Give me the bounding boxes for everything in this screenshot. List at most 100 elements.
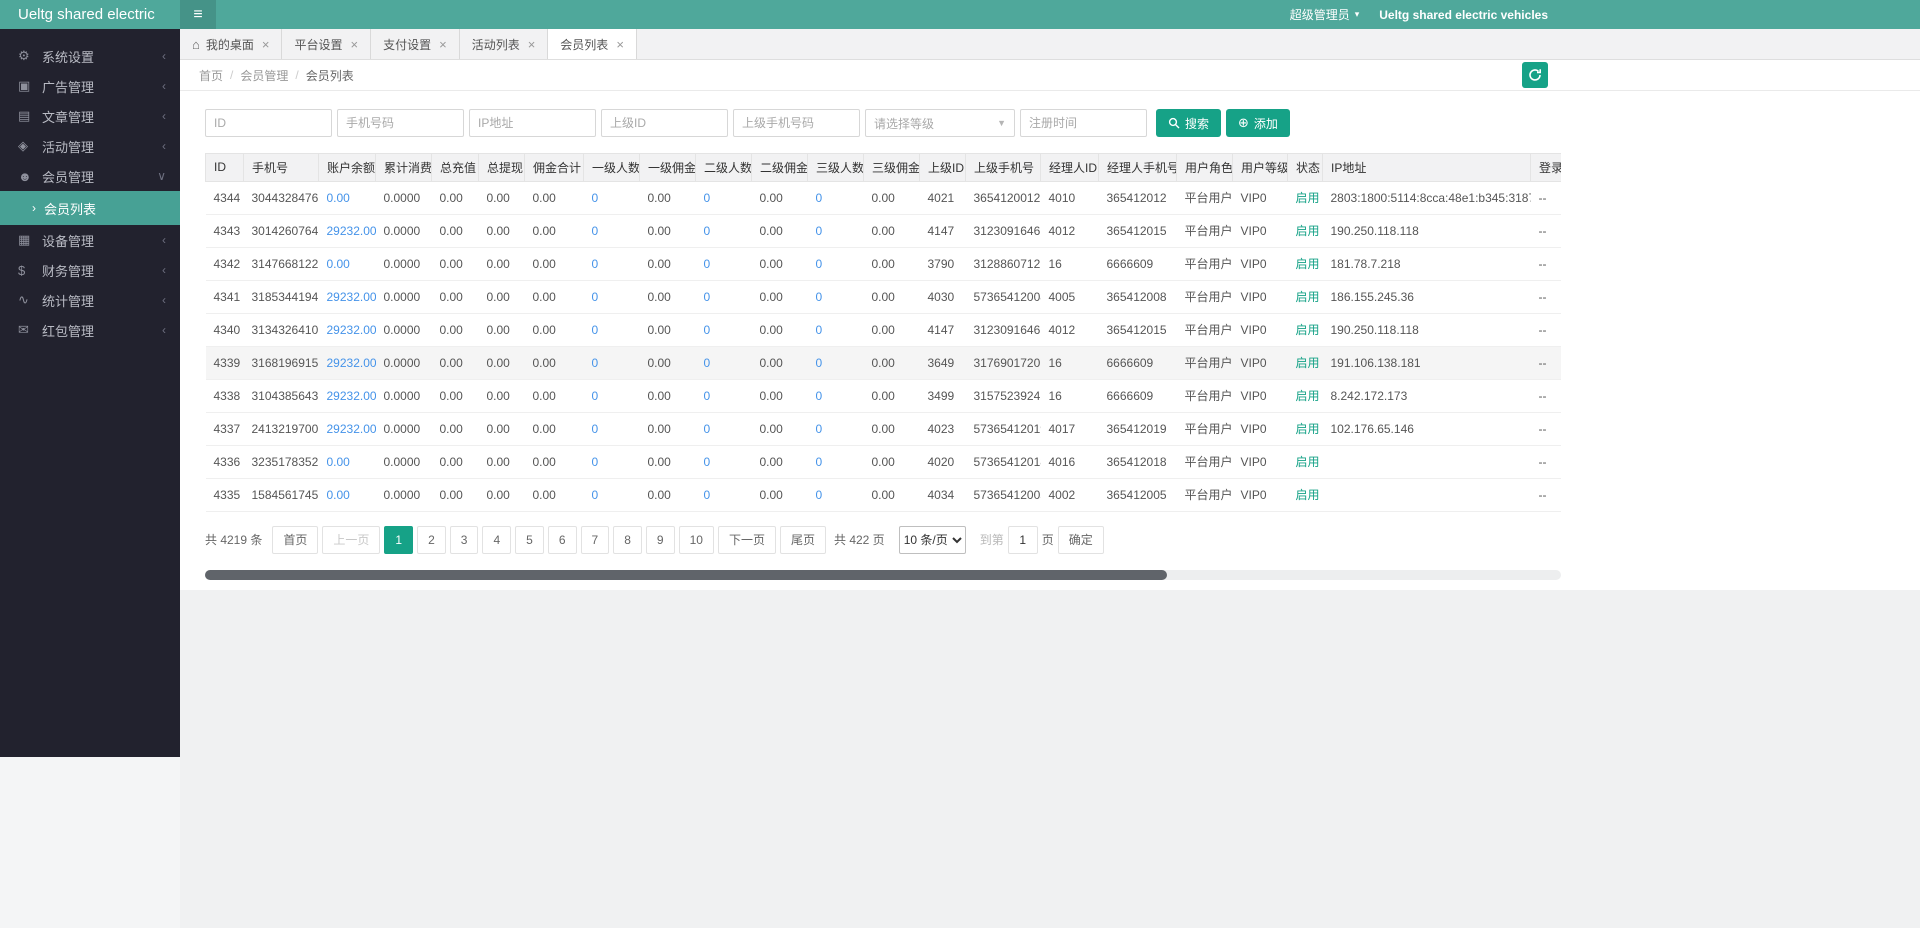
sidebar-item-ad-management[interactable]: ▣广告管理‹ bbox=[0, 71, 180, 101]
tab-my-desktop[interactable]: ⌂我的桌面× bbox=[180, 29, 282, 59]
cell-status[interactable]: 启用 bbox=[1288, 412, 1323, 445]
cell-l2-count[interactable]: 0 bbox=[696, 445, 752, 478]
cell-balance[interactable]: 29232.00 bbox=[319, 412, 376, 445]
per-page-select[interactable]: 10 条/页 bbox=[899, 526, 966, 554]
page-button-5[interactable]: 5 bbox=[515, 526, 544, 554]
cell-balance[interactable]: 29232.00 bbox=[319, 280, 376, 313]
page-button-2[interactable]: 2 bbox=[417, 526, 446, 554]
cell-l1-count[interactable]: 0 bbox=[584, 478, 640, 511]
horizontal-scrollbar-track[interactable] bbox=[205, 570, 1561, 580]
tab-close-icon[interactable]: × bbox=[262, 37, 270, 52]
cell-l3-count[interactable]: 0 bbox=[808, 313, 864, 346]
cell-l1-count[interactable]: 0 bbox=[584, 379, 640, 412]
cell-l1-count[interactable]: 0 bbox=[584, 181, 640, 214]
cell-status[interactable]: 启用 bbox=[1288, 346, 1323, 379]
cell-l3-count[interactable]: 0 bbox=[808, 478, 864, 511]
tab-platform-settings[interactable]: 平台设置× bbox=[282, 29, 371, 59]
cell-balance[interactable]: 29232.00 bbox=[319, 379, 376, 412]
search-button[interactable]: 搜索 bbox=[1156, 109, 1221, 137]
parent-id-filter-input[interactable] bbox=[601, 109, 728, 137]
page-button-4[interactable]: 4 bbox=[482, 526, 511, 554]
cell-l1-count[interactable]: 0 bbox=[584, 313, 640, 346]
tab-member-list[interactable]: 会员列表× bbox=[548, 29, 637, 59]
cell-status[interactable]: 启用 bbox=[1288, 379, 1323, 412]
parent-phone-filter-input[interactable] bbox=[733, 109, 860, 137]
sidebar-item-article-management[interactable]: ▤文章管理‹ bbox=[0, 101, 180, 131]
prev-page-button[interactable]: 上一页 bbox=[322, 526, 380, 554]
cell-status[interactable]: 启用 bbox=[1288, 313, 1323, 346]
phone-filter-input[interactable] bbox=[337, 109, 464, 137]
cell-l2-count[interactable]: 0 bbox=[696, 247, 752, 280]
cell-l2-count[interactable]: 0 bbox=[696, 313, 752, 346]
cell-l3-count[interactable]: 0 bbox=[808, 412, 864, 445]
sidebar-item-redpacket-management[interactable]: ✉红包管理‹ bbox=[0, 315, 180, 345]
cell-l2-count[interactable]: 0 bbox=[696, 346, 752, 379]
last-page-button[interactable]: 尾页 bbox=[780, 526, 826, 554]
cell-l1-count[interactable]: 0 bbox=[584, 346, 640, 379]
cell-status[interactable]: 启用 bbox=[1288, 280, 1323, 313]
cell-status[interactable]: 启用 bbox=[1288, 478, 1323, 511]
tab-payment-settings[interactable]: 支付设置× bbox=[371, 29, 460, 59]
cell-l2-count[interactable]: 0 bbox=[696, 280, 752, 313]
tab-activity-list[interactable]: 活动列表× bbox=[460, 29, 549, 59]
sidebar-item-finance-management[interactable]: $财务管理‹ bbox=[0, 255, 180, 285]
breadcrumb-item[interactable]: 会员列表 bbox=[306, 67, 354, 84]
cell-l2-count[interactable]: 0 bbox=[696, 379, 752, 412]
cell-status[interactable]: 启用 bbox=[1288, 445, 1323, 478]
cell-l2-count[interactable]: 0 bbox=[696, 412, 752, 445]
cell-balance[interactable]: 29232.00 bbox=[319, 214, 376, 247]
first-page-button[interactable]: 首页 bbox=[272, 526, 318, 554]
page-button-8[interactable]: 8 bbox=[613, 526, 642, 554]
sidebar-item-member-list[interactable]: ›会员列表 bbox=[0, 191, 180, 225]
cell-status[interactable]: 启用 bbox=[1288, 247, 1323, 280]
sidebar-item-activity-management[interactable]: ◈活动管理‹ bbox=[0, 131, 180, 161]
cell-l3-count[interactable]: 0 bbox=[808, 280, 864, 313]
level-select[interactable]: 请选择等级 ▼ bbox=[865, 109, 1015, 137]
cell-balance[interactable]: 0.00 bbox=[319, 445, 376, 478]
cell-l3-count[interactable]: 0 bbox=[808, 181, 864, 214]
goto-confirm-button[interactable]: 确定 bbox=[1058, 526, 1104, 554]
sidebar-item-device-management[interactable]: ▦设备管理‹ bbox=[0, 225, 180, 255]
admin-dropdown[interactable]: 超级管理员 ▾ bbox=[1290, 6, 1360, 23]
cell-balance[interactable]: 29232.00 bbox=[319, 313, 376, 346]
cell-status[interactable]: 启用 bbox=[1288, 214, 1323, 247]
cell-l3-count[interactable]: 0 bbox=[808, 247, 864, 280]
id-filter-input[interactable] bbox=[205, 109, 332, 137]
tab-close-icon[interactable]: × bbox=[439, 37, 447, 52]
cell-balance[interactable]: 0.00 bbox=[319, 478, 376, 511]
register-time-input[interactable] bbox=[1020, 109, 1147, 137]
cell-l2-count[interactable]: 0 bbox=[696, 478, 752, 511]
page-button-7[interactable]: 7 bbox=[581, 526, 610, 554]
cell-l1-count[interactable]: 0 bbox=[584, 445, 640, 478]
page-button-6[interactable]: 6 bbox=[548, 526, 577, 554]
cell-l1-count[interactable]: 0 bbox=[584, 412, 640, 445]
cell-l1-count[interactable]: 0 bbox=[584, 247, 640, 280]
page-button-1[interactable]: 1 bbox=[384, 526, 413, 554]
cell-balance[interactable]: 29232.00 bbox=[319, 346, 376, 379]
cell-balance[interactable]: 0.00 bbox=[319, 247, 376, 280]
horizontal-scrollbar-thumb[interactable] bbox=[205, 570, 1167, 580]
sidebar-toggle-button[interactable]: ≡ bbox=[180, 0, 216, 29]
tab-close-icon[interactable]: × bbox=[616, 37, 624, 52]
refresh-button[interactable] bbox=[1522, 62, 1548, 88]
sidebar-item-stats-management[interactable]: ∿统计管理‹ bbox=[0, 285, 180, 315]
tab-close-icon[interactable]: × bbox=[350, 37, 358, 52]
cell-status[interactable]: 启用 bbox=[1288, 181, 1323, 214]
cell-balance[interactable]: 0.00 bbox=[319, 181, 376, 214]
cell-l3-count[interactable]: 0 bbox=[808, 445, 864, 478]
sidebar-item-member-management[interactable]: ☻会员管理∨ bbox=[0, 161, 180, 191]
breadcrumb-item[interactable]: 会员管理 bbox=[240, 67, 288, 84]
cell-l3-count[interactable]: 0 bbox=[808, 379, 864, 412]
add-button[interactable]: ⊕ 添加 bbox=[1226, 109, 1290, 137]
cell-l1-count[interactable]: 0 bbox=[584, 214, 640, 247]
sidebar-item-system-settings[interactable]: ⚙系统设置‹ bbox=[0, 41, 180, 71]
cell-l3-count[interactable]: 0 bbox=[808, 214, 864, 247]
page-button-10[interactable]: 10 bbox=[679, 526, 714, 554]
cell-l2-count[interactable]: 0 bbox=[696, 181, 752, 214]
tab-close-icon[interactable]: × bbox=[528, 37, 536, 52]
ip-filter-input[interactable] bbox=[469, 109, 596, 137]
page-button-9[interactable]: 9 bbox=[646, 526, 675, 554]
cell-l2-count[interactable]: 0 bbox=[696, 214, 752, 247]
cell-l3-count[interactable]: 0 bbox=[808, 346, 864, 379]
page-button-3[interactable]: 3 bbox=[450, 526, 479, 554]
